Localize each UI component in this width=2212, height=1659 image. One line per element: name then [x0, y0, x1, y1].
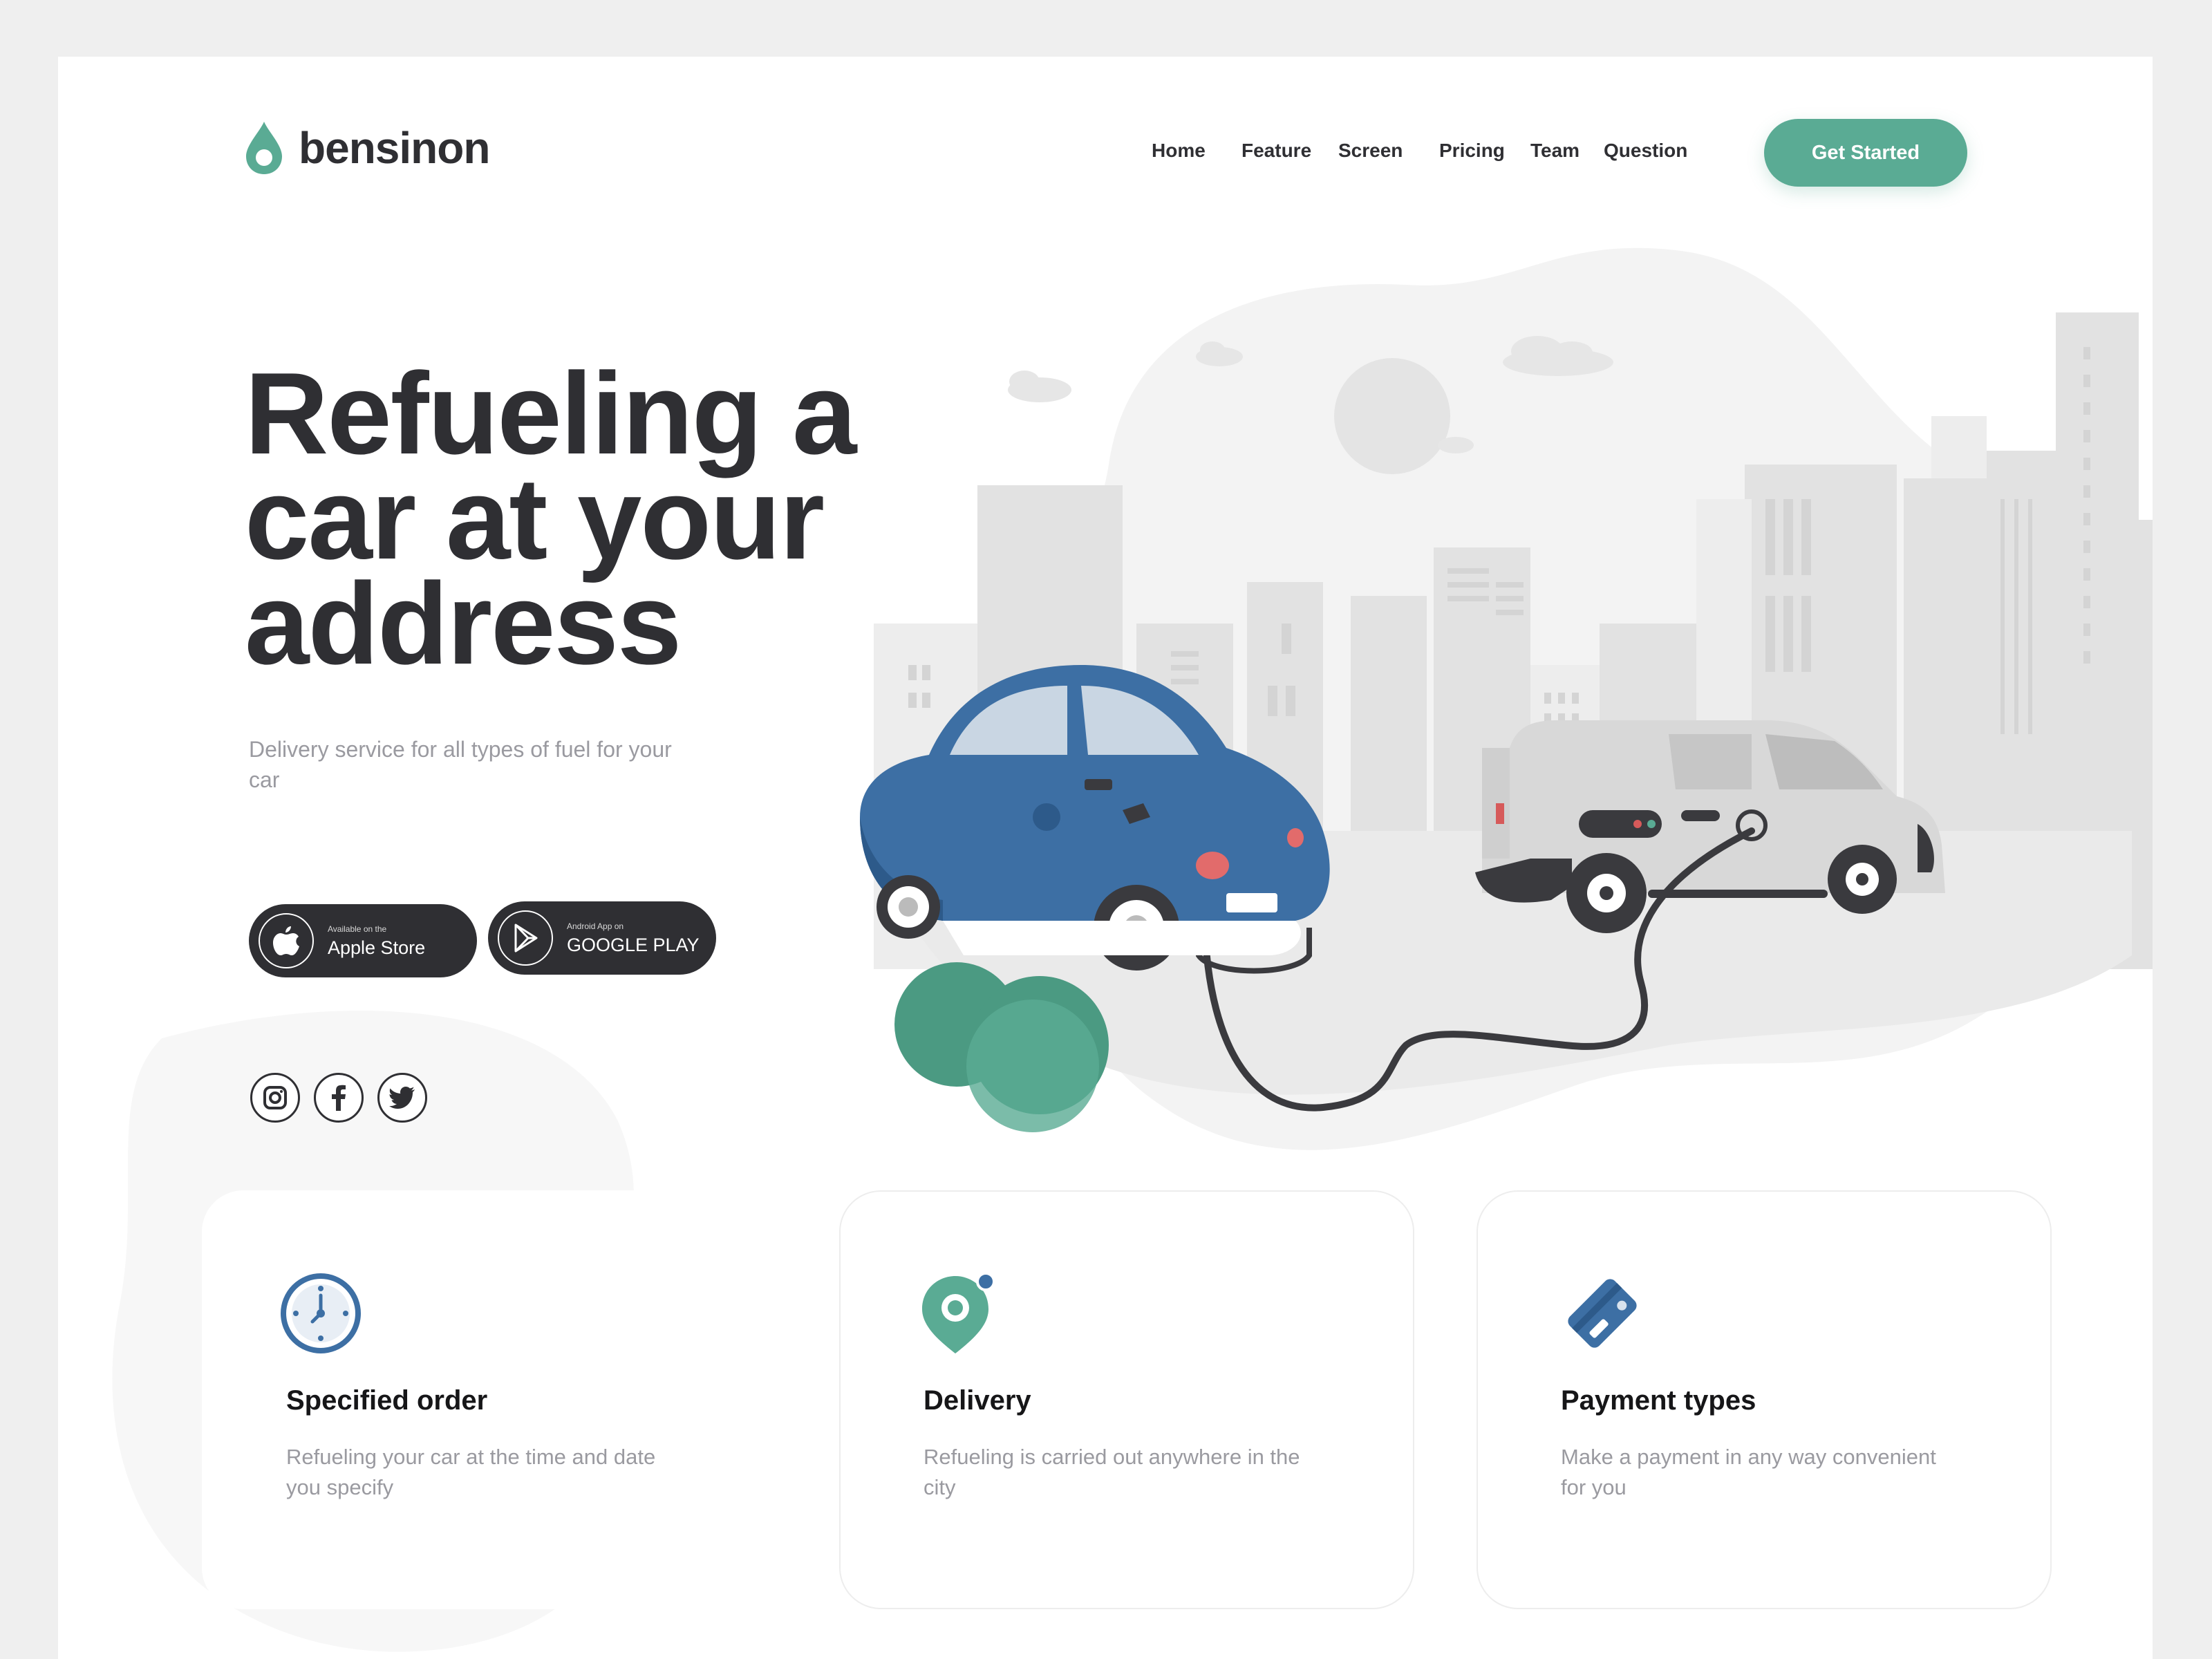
nav-feature[interactable]: Feature	[1241, 140, 1311, 162]
nav-home[interactable]: Home	[1152, 140, 1206, 162]
twitter-icon	[389, 1087, 415, 1109]
nav-pricing[interactable]: Pricing	[1439, 140, 1505, 162]
clock-icon	[281, 1273, 361, 1353]
nav-team[interactable]: Team	[1530, 140, 1580, 162]
card-description: Refueling your car at the time and date …	[286, 1445, 656, 1499]
facebook-icon	[332, 1085, 346, 1111]
card-title: Payment types	[1561, 1385, 1756, 1416]
card-title: Specified order	[286, 1385, 488, 1416]
refueling-illustration	[860, 247, 2153, 1150]
instagram-button[interactable]	[250, 1073, 300, 1123]
feature-card-delivery: Delivery Refueling is carried out anywhe…	[839, 1190, 1414, 1609]
google-play-button[interactable]: Android App on GOOGLE PLAY	[488, 901, 716, 975]
credit-card-icon	[1568, 1279, 1637, 1348]
card-title: Delivery	[924, 1385, 1031, 1416]
apple-store-label: Apple Store	[328, 937, 426, 958]
get-started-button[interactable]: Get Started	[1764, 119, 1967, 187]
twitter-button[interactable]	[377, 1073, 427, 1123]
nav-screen[interactable]: Screen	[1338, 140, 1403, 162]
location-pin-icon	[922, 1272, 995, 1353]
card-description: Make a payment in any way convenient for…	[1561, 1445, 1936, 1499]
apple-store-button[interactable]: Available on the Apple Store	[249, 904, 477, 977]
feature-card-specified-order: Specified order Refueling your car at th…	[202, 1190, 777, 1609]
facebook-button[interactable]	[314, 1073, 364, 1123]
play-icon	[498, 910, 553, 966]
google-play-label: GOOGLE PLAY	[567, 934, 700, 955]
hero-subtitle: Delivery service for all types of fuel f…	[249, 737, 672, 792]
apple-icon	[259, 913, 314, 968]
feature-card-payment-types: Payment types Make a payment in any way …	[1477, 1190, 2052, 1609]
landing-page: bensinon Home Feature Screen Pricing Tea…	[58, 57, 2153, 1659]
card-description: Refueling is carried out anywhere in the…	[924, 1445, 1300, 1499]
google-play-caption: Android App on	[567, 921, 624, 931]
nav-question[interactable]: Question	[1604, 140, 1687, 162]
instagram-icon	[263, 1086, 287, 1109]
apple-store-caption: Available on the	[328, 924, 387, 934]
